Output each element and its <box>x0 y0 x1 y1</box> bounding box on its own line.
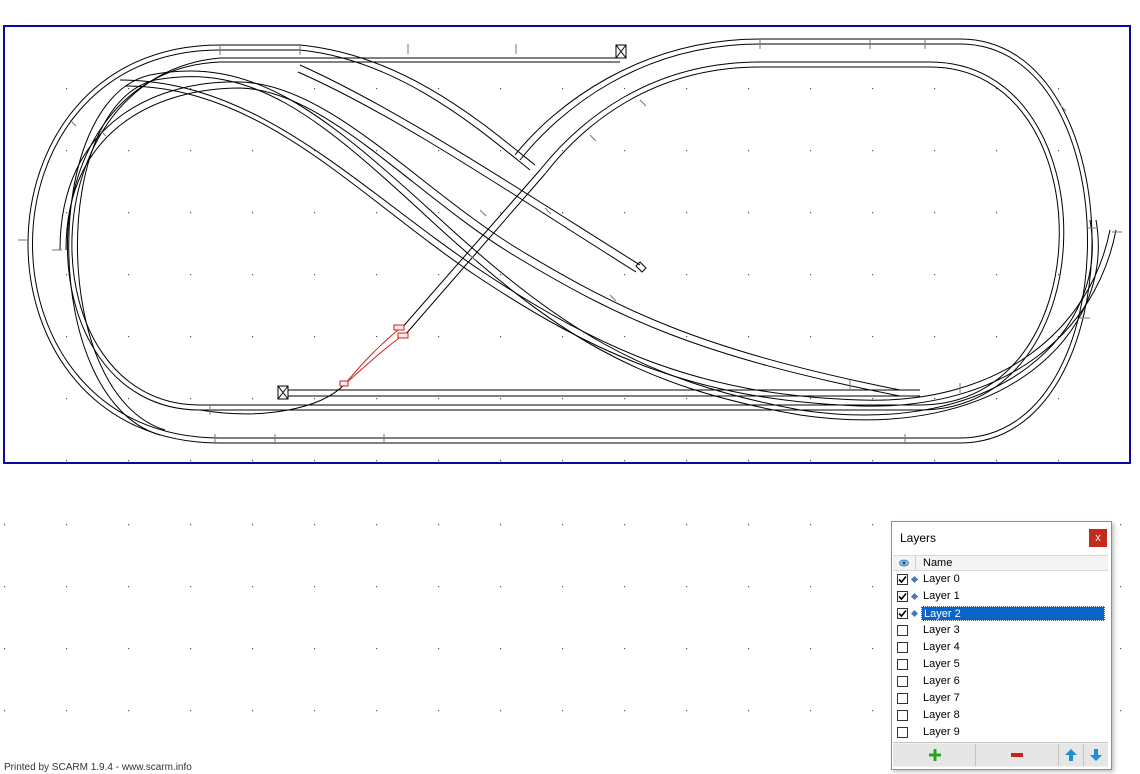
checkmark-icon <box>898 592 907 601</box>
layer-visibility-checkbox[interactable] <box>897 591 908 602</box>
layer-name[interactable]: Layer 5 <box>921 657 962 672</box>
minus-icon <box>1011 753 1023 757</box>
layers-panel-title: Layers <box>900 531 937 545</box>
layer-name[interactable]: Layer 9 <box>921 725 962 740</box>
layer-visibility-checkbox[interactable] <box>897 710 908 721</box>
layers-panel: Layers x Name Layer 0 Layer 1 Layer 2 Layer… <box>891 521 1112 770</box>
layers-list: Layer 0 Layer 1 Layer 2 Layer 3 Layer 4 Layer… <box>893 572 1108 742</box>
layer-row[interactable]: Layer 3 <box>893 623 1108 640</box>
print-footer: Printed by SCARM 1.9.4 - www.scarm.info <box>4 762 192 773</box>
move-layer-down-button[interactable] <box>1084 744 1108 766</box>
arrow-up-icon <box>1065 749 1077 761</box>
plus-icon <box>929 749 941 761</box>
layer-name[interactable]: Layer 7 <box>921 691 962 706</box>
add-layer-button[interactable] <box>893 744 976 766</box>
layer-row[interactable]: Layer 4 <box>893 640 1108 657</box>
layer-name[interactable]: Layer 6 <box>921 674 962 689</box>
layer-row[interactable]: Layer 1 <box>893 589 1108 606</box>
layer-row[interactable]: Layer 7 <box>893 691 1108 708</box>
layer-visibility-checkbox[interactable] <box>897 642 908 653</box>
close-button[interactable]: x <box>1089 529 1107 547</box>
eye-icon <box>899 559 909 567</box>
layer-row[interactable]: Layer 2 <box>893 606 1108 623</box>
layers-toolbar <box>893 742 1108 767</box>
layer-visibility-checkbox[interactable] <box>897 727 908 738</box>
layer-active-marker-icon <box>910 609 919 618</box>
name-column-label[interactable]: Name <box>923 556 952 570</box>
layer-visibility-checkbox[interactable] <box>897 608 908 619</box>
layer-name[interactable]: Layer 1 <box>921 589 962 604</box>
layer-visibility-checkbox[interactable] <box>897 693 908 704</box>
layer-active-marker-icon <box>910 592 919 601</box>
remove-layer-button[interactable] <box>976 744 1059 766</box>
checkmark-icon <box>898 575 907 584</box>
layer-row[interactable]: Layer 6 <box>893 674 1108 691</box>
layers-column-header: Name <box>893 555 1108 571</box>
layer-name[interactable]: Layer 0 <box>921 572 962 587</box>
checkmark-icon <box>898 609 907 618</box>
layer-visibility-checkbox[interactable] <box>897 659 908 670</box>
layer-row[interactable]: Layer 8 <box>893 708 1108 725</box>
baseboard-outline <box>3 25 1131 464</box>
layer-name[interactable]: Layer 3 <box>921 623 962 638</box>
layer-name[interactable]: Layer 2 <box>921 606 1105 621</box>
layer-row[interactable]: Layer 0 <box>893 572 1108 589</box>
layer-visibility-checkbox[interactable] <box>897 676 908 687</box>
layer-row[interactable]: Layer 5 <box>893 657 1108 674</box>
layer-row[interactable]: Layer 9 <box>893 725 1108 742</box>
column-divider <box>915 556 916 570</box>
layer-name[interactable]: Layer 4 <box>921 640 962 655</box>
layer-active-marker-icon <box>910 575 919 584</box>
layer-visibility-checkbox[interactable] <box>897 625 908 636</box>
arrow-down-icon <box>1090 749 1102 761</box>
layer-name[interactable]: Layer 8 <box>921 708 962 723</box>
move-layer-up-button[interactable] <box>1059 744 1084 766</box>
layer-visibility-checkbox[interactable] <box>897 574 908 585</box>
